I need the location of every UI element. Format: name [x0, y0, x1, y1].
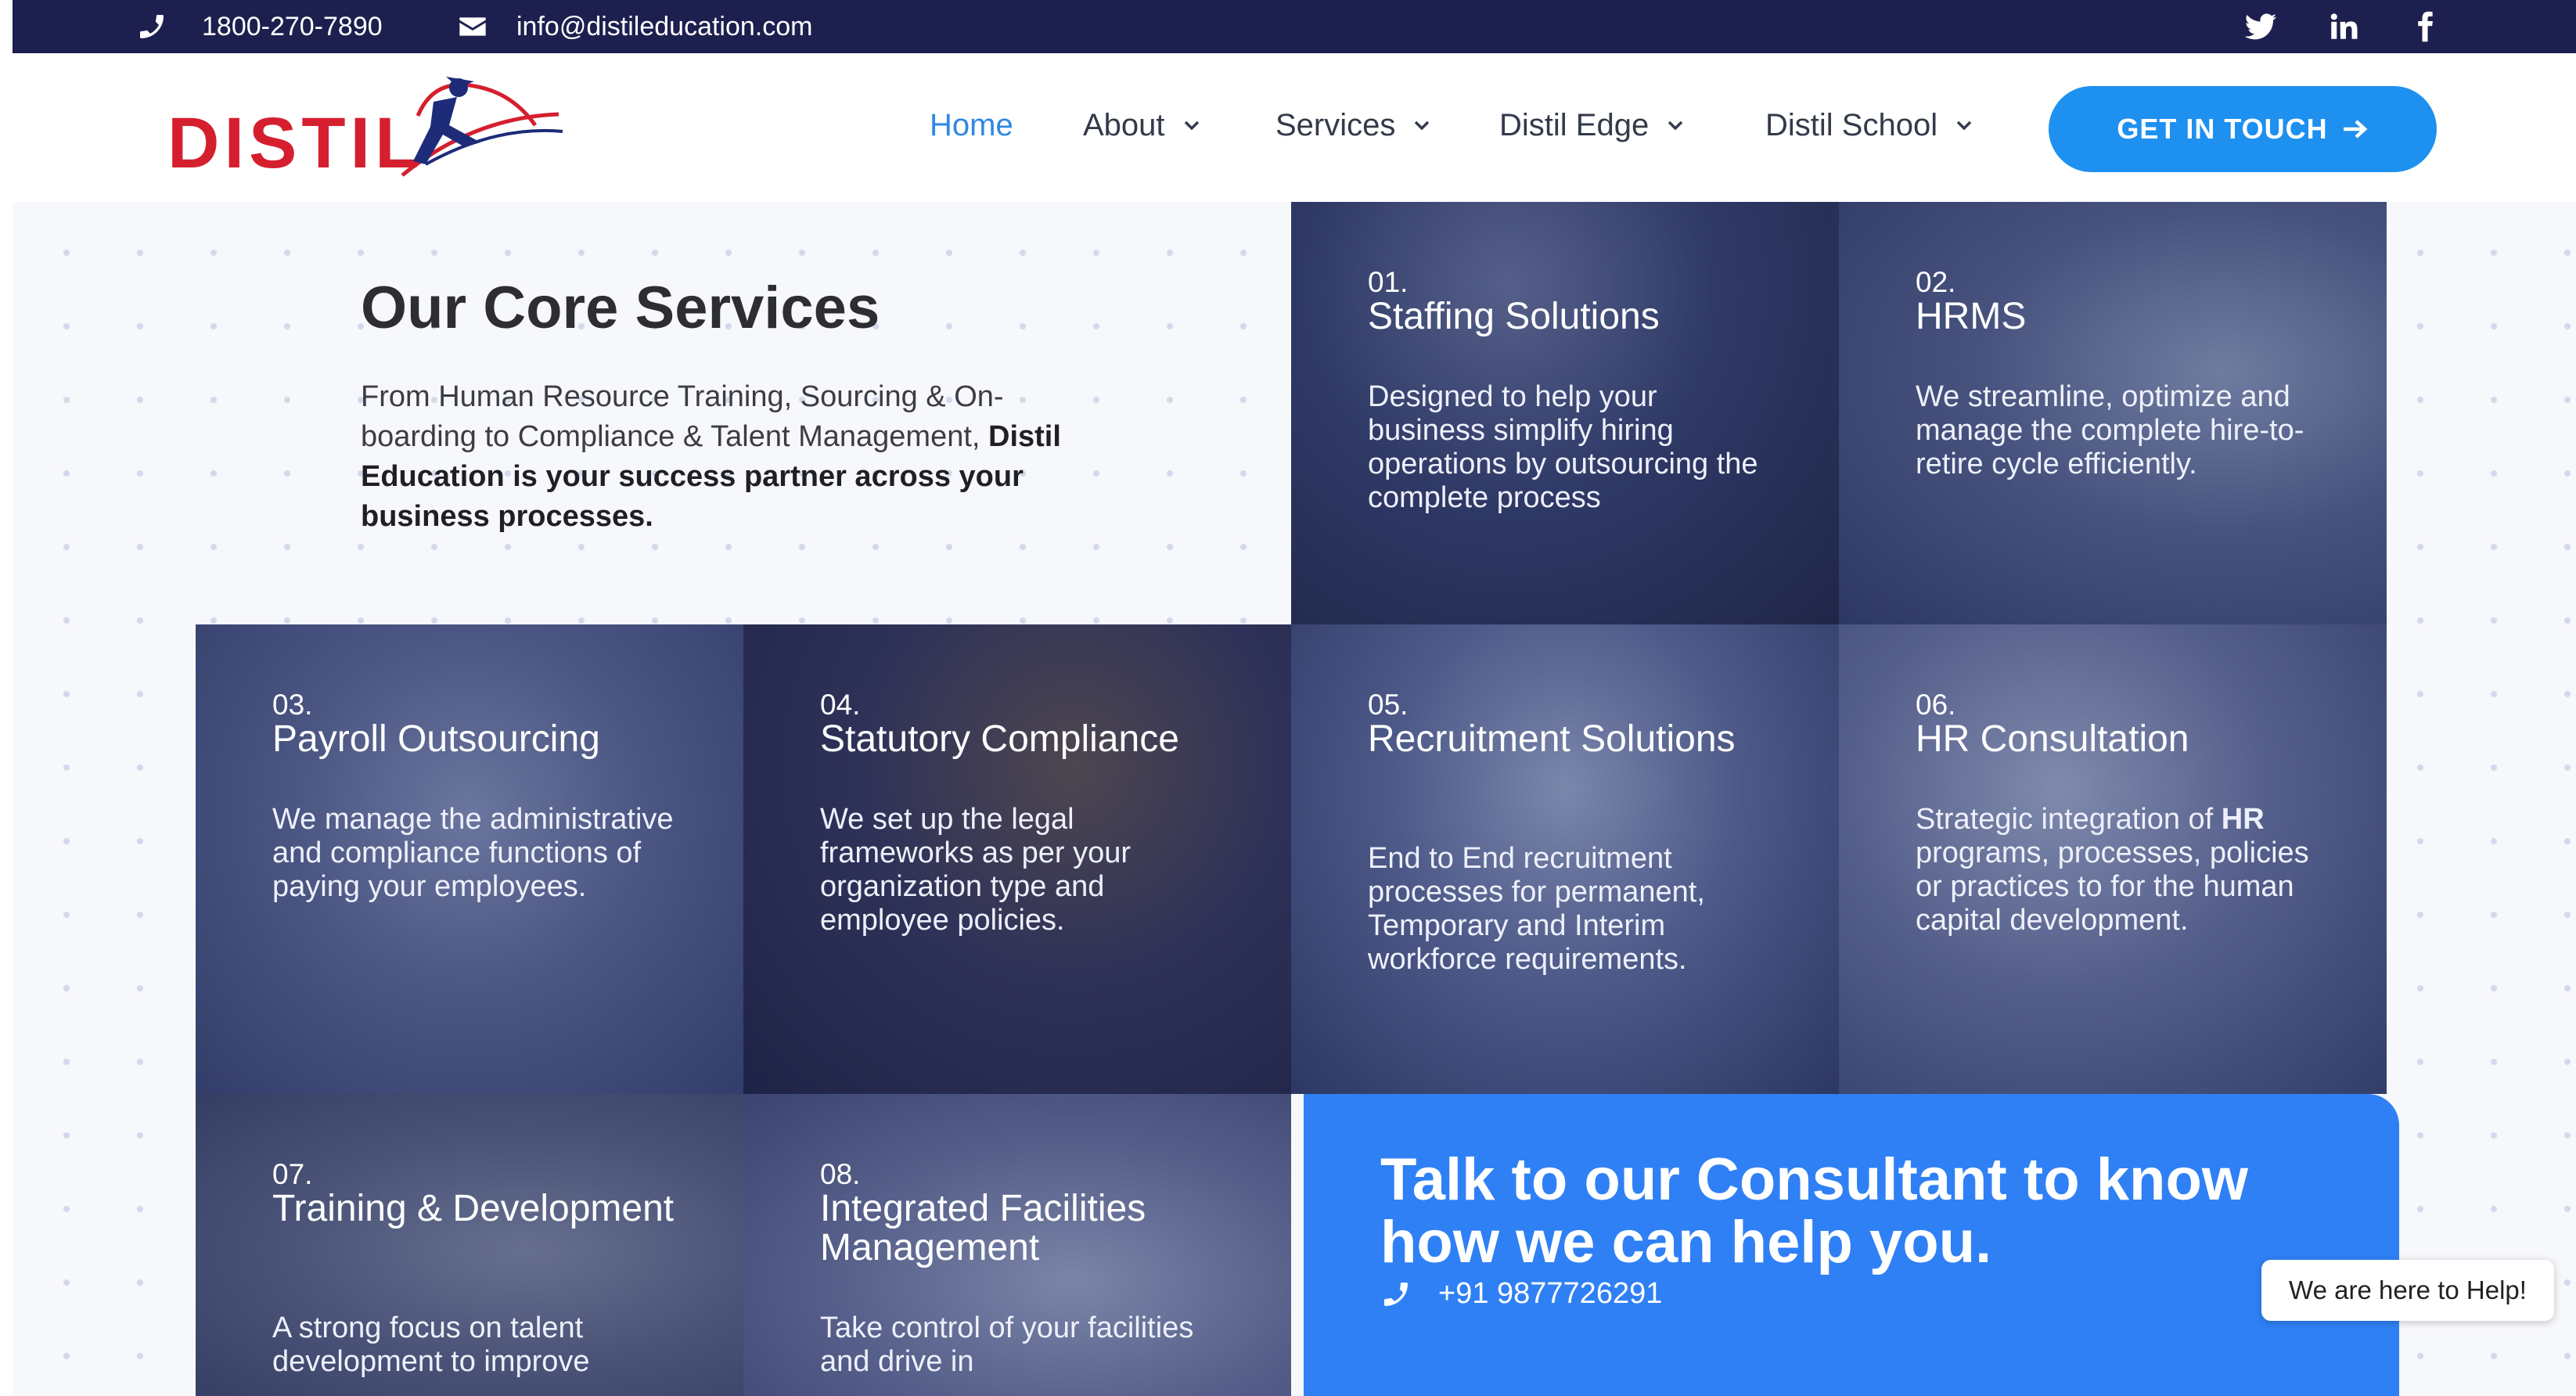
phone-icon — [1384, 1282, 1408, 1306]
service-tile-training[interactable]: 07. Training & Development A strong focu… — [196, 1094, 743, 1396]
nav-distil-school[interactable]: Distil School — [1765, 102, 1973, 149]
get-in-touch-label: GET IN TOUCH — [2117, 113, 2328, 145]
consultant-cta-panel: Talk to our Consultant to know how we ca… — [1304, 1094, 2399, 1396]
get-in-touch-button[interactable]: GET IN TOUCH — [2049, 86, 2437, 172]
service-number: 06. — [1916, 689, 1956, 721]
intro-text: From Human Resource Training, Sourcing &… — [361, 380, 1004, 453]
service-description-text: Strategic integration of — [1916, 803, 2214, 836]
nav-home-label: Home — [930, 107, 1013, 142]
service-number: 02. — [1916, 266, 1956, 298]
consultant-phone-number[interactable]: +91 9877726291 — [1438, 1277, 1662, 1311]
service-title: Staffing Solutions — [1368, 296, 1660, 337]
service-title: Payroll Outsourcing — [272, 718, 600, 760]
nav-distil-school-label: Distil School — [1765, 107, 1938, 142]
service-description: We manage the administrative and complia… — [272, 803, 674, 903]
envelope-icon — [459, 17, 486, 36]
service-number: 07. — [272, 1158, 313, 1190]
nav-distil-edge[interactable]: Distil Edge — [1499, 102, 1685, 149]
service-description: We set up the legal frameworks as per yo… — [820, 803, 1131, 937]
service-number: 05. — [1368, 689, 1409, 721]
phone-number[interactable]: 1800-270-7890 — [202, 12, 383, 42]
twitter-icon[interactable] — [2241, 8, 2280, 45]
service-title: HR Consultation — [1916, 718, 2189, 760]
site-header: DISTIL Home About Services Distil Edge D… — [13, 53, 2576, 202]
service-description: We streamline, optimize and manage the c… — [1916, 380, 2304, 480]
arrow-right-icon — [2343, 120, 2368, 139]
service-title: HRMS — [1916, 296, 2027, 337]
service-title: Recruitment Solutions — [1368, 718, 1736, 760]
service-tile-facilities[interactable]: 08. Integrated Facilities Management Tak… — [743, 1094, 1291, 1396]
chevron-down-icon — [1668, 121, 1683, 131]
service-description: A strong focus on talent development to … — [272, 1311, 590, 1378]
service-number: 08. — [820, 1158, 861, 1190]
chevron-down-icon — [1956, 121, 1972, 131]
core-services-section: Our Core Services From Human Resource Tr… — [13, 202, 2576, 1396]
nav-services-label: Services — [1275, 107, 1396, 142]
service-tile-compliance[interactable]: 04. Statutory Compliance We set up the l… — [743, 624, 1291, 1094]
distil-logo[interactable]: DISTIL — [167, 70, 563, 188]
section-title: Our Core Services — [361, 275, 880, 341]
consultant-heading: Talk to our Consultant to know how we ca… — [1380, 1146, 2248, 1275]
linkedin-icon[interactable] — [2324, 8, 2363, 45]
section-intro: From Human Resource Training, Sourcing &… — [361, 377, 1065, 537]
consultant-phone[interactable]: +91 9877726291 — [1380, 1277, 1662, 1311]
service-description-text: programs, processes, policies or practic… — [1916, 837, 2309, 937]
email-address[interactable]: info@distileducation.com — [516, 12, 812, 42]
email-contact[interactable]: info@distileducation.com — [457, 0, 812, 53]
svg-text:DISTIL: DISTIL — [167, 103, 423, 183]
help-chat-bubble[interactable]: We are here to Help! — [2261, 1260, 2554, 1321]
service-number: 03. — [272, 689, 313, 721]
top-bar: 1800-270-7890 info@distileducation.com — [13, 0, 2576, 53]
service-description: Strategic integration of HR programs, pr… — [1916, 803, 2322, 937]
service-title: Integrated Facilities Management — [820, 1188, 1146, 1268]
nav-distil-edge-label: Distil Edge — [1499, 107, 1650, 142]
service-title: Statutory Compliance — [820, 718, 1179, 760]
facebook-icon[interactable] — [2405, 8, 2445, 45]
service-number: 04. — [820, 689, 861, 721]
service-tile-staffing[interactable]: 01. Staffing Solutions Designed to help … — [1291, 202, 1839, 624]
nav-about-label: About — [1083, 107, 1165, 142]
phone-icon — [140, 14, 164, 38]
phone-contact[interactable]: 1800-270-7890 — [136, 0, 383, 53]
service-tile-recruitment[interactable]: 05. Recruitment Solutions End to End rec… — [1291, 624, 1839, 1094]
service-title: Training & Development — [272, 1188, 675, 1229]
service-tile-payroll[interactable]: 03. Payroll Outsourcing We manage the ad… — [196, 624, 743, 1094]
chevron-down-icon — [1184, 121, 1199, 131]
service-description: Designed to help your business simplify … — [1368, 380, 1758, 514]
service-number: 01. — [1368, 266, 1409, 298]
service-description: End to End recruitment processes for per… — [1368, 842, 1705, 976]
nav-services[interactable]: Services — [1275, 102, 1431, 149]
service-description: Take control of your facilities and driv… — [820, 1311, 1194, 1378]
nav-home[interactable]: Home — [930, 102, 1013, 149]
chevron-down-icon — [1415, 121, 1430, 131]
nav-about[interactable]: About — [1083, 102, 1201, 149]
service-tile-hr-consultation[interactable]: 06. HR Consultation Strategic integratio… — [1839, 624, 2387, 1094]
service-tile-hrms[interactable]: 02. HRMS We streamline, optimize and man… — [1839, 202, 2387, 624]
service-description-bold: HR — [2221, 803, 2265, 836]
help-chat-text: We are here to Help! — [2289, 1275, 2527, 1304]
